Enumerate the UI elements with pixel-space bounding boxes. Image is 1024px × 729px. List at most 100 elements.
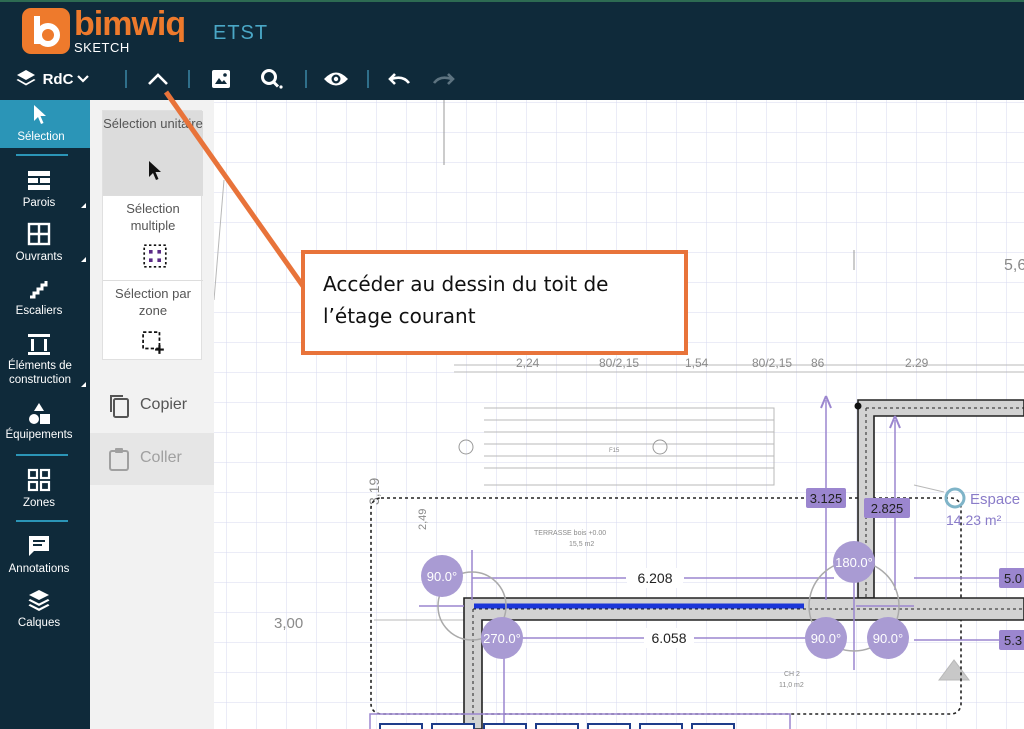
dimension-tag[interactable]: 2.825 xyxy=(871,501,904,516)
nav-divider xyxy=(16,520,68,522)
nav-item-equipements[interactable]: Équipements xyxy=(0,398,90,450)
layers-stack-icon xyxy=(28,590,50,611)
redo-button[interactable] xyxy=(428,65,458,93)
floor-plan[interactable]: 2,24 80/2,15 1,54 80/2,15 86 2.29 5,6 3,… xyxy=(214,100,1024,729)
dimension-label: 5,6 xyxy=(1004,257,1024,274)
selection-unitaire-option[interactable]: Sélection unitaire xyxy=(103,111,203,195)
nav-item-calques[interactable]: Calques xyxy=(0,584,90,636)
app-window: bimwiq SKETCH ETST RdC Sélection Parois … xyxy=(0,0,1024,729)
shapes-icon xyxy=(29,403,50,424)
zoom-search-icon xyxy=(261,69,283,89)
brand-name: bimwiq xyxy=(74,5,186,43)
selection-multiple-option[interactable]: Sélection multiple xyxy=(103,196,203,280)
room-area: 11,0 m2 xyxy=(779,682,804,689)
nav-label: Équipements xyxy=(5,429,73,441)
nav-label: Éléments de construction xyxy=(8,360,72,386)
roof-button[interactable] xyxy=(143,65,173,93)
callout-text: Accéder au dessin du toit de l’étage cou… xyxy=(323,272,609,328)
dimension-label: 3,00 xyxy=(274,615,303,632)
dimension-tag[interactable]: 5.0 xyxy=(1004,571,1022,586)
dimension-label: 86 xyxy=(811,356,825,370)
roof-icon xyxy=(148,73,168,85)
nav-item-annotations[interactable]: Annotations xyxy=(0,530,90,582)
clipboard-icon xyxy=(109,448,129,471)
angle-label[interactable]: 90.0° xyxy=(811,631,842,646)
nav-label: Annotations xyxy=(8,563,70,575)
angle-label[interactable]: 90.0° xyxy=(873,631,904,646)
level-selector[interactable]: RdC xyxy=(10,65,94,93)
angle-label[interactable]: 90.0° xyxy=(427,569,458,584)
callout-box: Accéder au dessin du toit de l’étage cou… xyxy=(301,250,688,355)
brand-subtitle: SKETCH xyxy=(74,40,130,55)
selection-subpanel: Sélection unitaire Sélection multiple Sé… xyxy=(90,100,214,729)
submenu-indicator-icon xyxy=(81,257,86,262)
option-label: Sélection unitaire xyxy=(103,116,203,131)
logo-mark-icon xyxy=(22,8,70,54)
nav-item-selection[interactable]: Sélection xyxy=(0,100,90,148)
left-navigation: Sélection Parois Ouvrants Escaliers Élém… xyxy=(0,100,90,729)
app-header: bimwiq SKETCH ETST xyxy=(0,0,1024,58)
dimension-label: 2,24 xyxy=(516,356,540,370)
comment-icon xyxy=(29,536,49,556)
angle-label[interactable]: 180.0° xyxy=(835,555,873,570)
redo-icon xyxy=(432,73,455,85)
nav-item-escaliers[interactable]: Escaliers xyxy=(0,274,90,326)
eye-icon xyxy=(324,72,348,86)
toolbar-separator xyxy=(125,70,127,88)
undo-icon xyxy=(388,73,411,85)
brand-logo[interactable]: bimwiq SKETCH xyxy=(22,6,192,56)
nav-item-elements-construction[interactable]: Éléments de construction xyxy=(0,328,90,390)
dimension-tag[interactable]: 5.3 xyxy=(1004,633,1022,648)
zoom-search-button[interactable] xyxy=(257,65,287,93)
copy-icon xyxy=(110,395,129,418)
zones-grid-icon xyxy=(27,468,51,492)
dimension-label: 2.29 xyxy=(905,356,929,370)
dimension-label: 80/2,15 xyxy=(599,356,639,370)
level-label: RdC xyxy=(42,70,74,88)
room-label: TERRASSE bois +0.00 xyxy=(534,530,606,537)
brick-wall-icon xyxy=(28,171,50,190)
visibility-button[interactable] xyxy=(320,65,352,93)
project-name: ETST xyxy=(213,22,269,44)
room-label: CH 2 xyxy=(784,671,800,678)
nav-divider xyxy=(16,154,68,156)
dimension-label: 1,54 xyxy=(685,356,709,370)
angle-label[interactable]: 270.0° xyxy=(483,631,521,646)
nav-label: Sélection xyxy=(17,131,65,143)
nav-item-ouvrants[interactable]: Ouvrants xyxy=(0,218,90,270)
length-label: 6.058 xyxy=(651,630,686,646)
dimension-label: 2,49 xyxy=(417,509,429,530)
zone-select-icon xyxy=(142,331,164,354)
top-toolbar: RdC xyxy=(0,58,1024,100)
nav-label: Zones xyxy=(23,497,55,509)
drawing-canvas[interactable]: 2,24 80/2,15 1,54 80/2,15 86 2.29 5,6 3,… xyxy=(214,100,1024,729)
image-icon xyxy=(212,70,230,88)
submenu-indicator-icon xyxy=(81,203,86,208)
space-area: 14.23 m² xyxy=(946,512,1002,528)
submenu-indicator-icon xyxy=(81,382,86,387)
background-image-button[interactable] xyxy=(206,65,236,93)
dimension-tag[interactable]: 3.125 xyxy=(810,491,843,506)
length-label: 6.208 xyxy=(637,570,672,586)
cursor-icon xyxy=(149,161,161,180)
selection-par-zone-option[interactable]: Sélection par zone xyxy=(103,281,203,365)
nav-label: Calques xyxy=(17,617,61,629)
selection-mode-group: Sélection unitaire Sélection multiple Sé… xyxy=(102,110,203,360)
undo-button[interactable] xyxy=(385,65,415,93)
cursor-icon xyxy=(34,105,46,124)
space-name: Espace xyxy=(970,491,1020,508)
nav-item-zones[interactable]: Zones xyxy=(0,464,90,516)
paste-button[interactable]: Coller xyxy=(90,433,214,485)
copy-label: Copier xyxy=(140,396,188,413)
option-label: Sélection multiple xyxy=(126,201,180,233)
toolbar-separator xyxy=(367,70,369,88)
column-icon xyxy=(28,334,50,355)
paste-label: Coller xyxy=(140,449,182,466)
chevron-down-icon xyxy=(77,75,90,83)
copy-button[interactable]: Copier xyxy=(90,380,214,432)
nav-item-parois[interactable]: Parois xyxy=(0,164,90,216)
toolbar-separator xyxy=(188,70,190,88)
nav-divider xyxy=(16,454,68,456)
stairs-icon xyxy=(30,281,48,299)
option-label: Sélection par zone xyxy=(115,286,191,318)
